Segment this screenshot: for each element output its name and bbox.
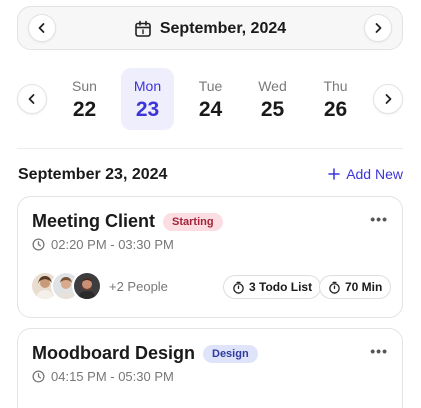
todo-count: 3 Todo List — [249, 280, 313, 294]
day-name: Wed — [258, 78, 287, 94]
event-time: 04:15 PM - 05:30 PM — [51, 369, 174, 384]
month-title[interactable]: September, 2024 — [18, 7, 402, 51]
schedule-date-heading: September 23, 2024 — [18, 166, 168, 183]
event-time-row: 02:20 PM - 03:30 PM — [32, 237, 174, 252]
day-tue[interactable]: Tue 24 — [184, 68, 237, 130]
next-month-button[interactable] — [364, 14, 392, 42]
section-divider — [17, 148, 403, 149]
duration-pill[interactable]: 70 Min — [319, 275, 392, 299]
day-name: Sun — [72, 78, 97, 94]
event-time: 02:20 PM - 03:30 PM — [51, 237, 174, 252]
day-number: 25 — [260, 98, 285, 121]
duration: 70 Min — [345, 280, 383, 294]
next-week-button[interactable] — [373, 84, 403, 114]
clock-icon — [32, 370, 45, 383]
event-title: Meeting Client — [32, 211, 156, 231]
day-thu[interactable]: Thu 26 — [309, 68, 362, 130]
day-mon-selected[interactable]: Mon 23 — [121, 68, 174, 130]
chevron-left-icon — [28, 94, 35, 104]
month-selector: September, 2024 — [17, 6, 403, 50]
chevron-right-icon — [375, 23, 382, 33]
month-label: September, 2024 — [159, 20, 287, 37]
previous-week-button[interactable] — [17, 84, 47, 114]
add-new-label: Add New — [346, 166, 403, 182]
calendar-icon — [135, 20, 151, 37]
day-number: 23 — [135, 98, 160, 121]
event-title: Moodboard Design — [32, 343, 195, 363]
event-card[interactable]: Meeting Client Starting ••• 02:20 PM - 0… — [17, 196, 403, 318]
timer-icon — [329, 281, 340, 294]
day-name: Tue — [198, 78, 223, 94]
people-count: +2 People — [109, 278, 168, 294]
day-number: 22 — [72, 98, 97, 121]
more-options-icon[interactable]: ••• — [370, 211, 388, 227]
attendees[interactable]: +2 People — [30, 271, 168, 301]
day-number: 26 — [323, 98, 348, 121]
more-options-icon[interactable]: ••• — [370, 343, 388, 359]
event-title-row: Meeting Client Starting — [32, 211, 223, 232]
day-wed[interactable]: Wed 25 — [246, 68, 299, 130]
day-sun[interactable]: Sun 22 — [58, 68, 111, 130]
status-badge: Starting — [163, 212, 223, 231]
timer-icon — [233, 281, 244, 294]
day-number: 24 — [198, 98, 223, 121]
day-name: Thu — [323, 78, 348, 94]
event-time-row: 04:15 PM - 05:30 PM — [32, 369, 174, 384]
event-card[interactable]: Moodboard Design Design ••• 04:15 PM - 0… — [17, 328, 403, 408]
plus-icon — [328, 168, 340, 180]
category-badge: Design — [203, 344, 258, 363]
clock-icon — [32, 238, 45, 251]
day-name: Mon — [133, 78, 162, 94]
avatar — [72, 271, 102, 301]
event-title-row: Moodboard Design Design — [32, 343, 258, 364]
todo-list-pill[interactable]: 3 Todo List — [223, 275, 322, 299]
add-new-button[interactable]: Add New — [328, 166, 403, 182]
chevron-right-icon — [385, 94, 392, 104]
